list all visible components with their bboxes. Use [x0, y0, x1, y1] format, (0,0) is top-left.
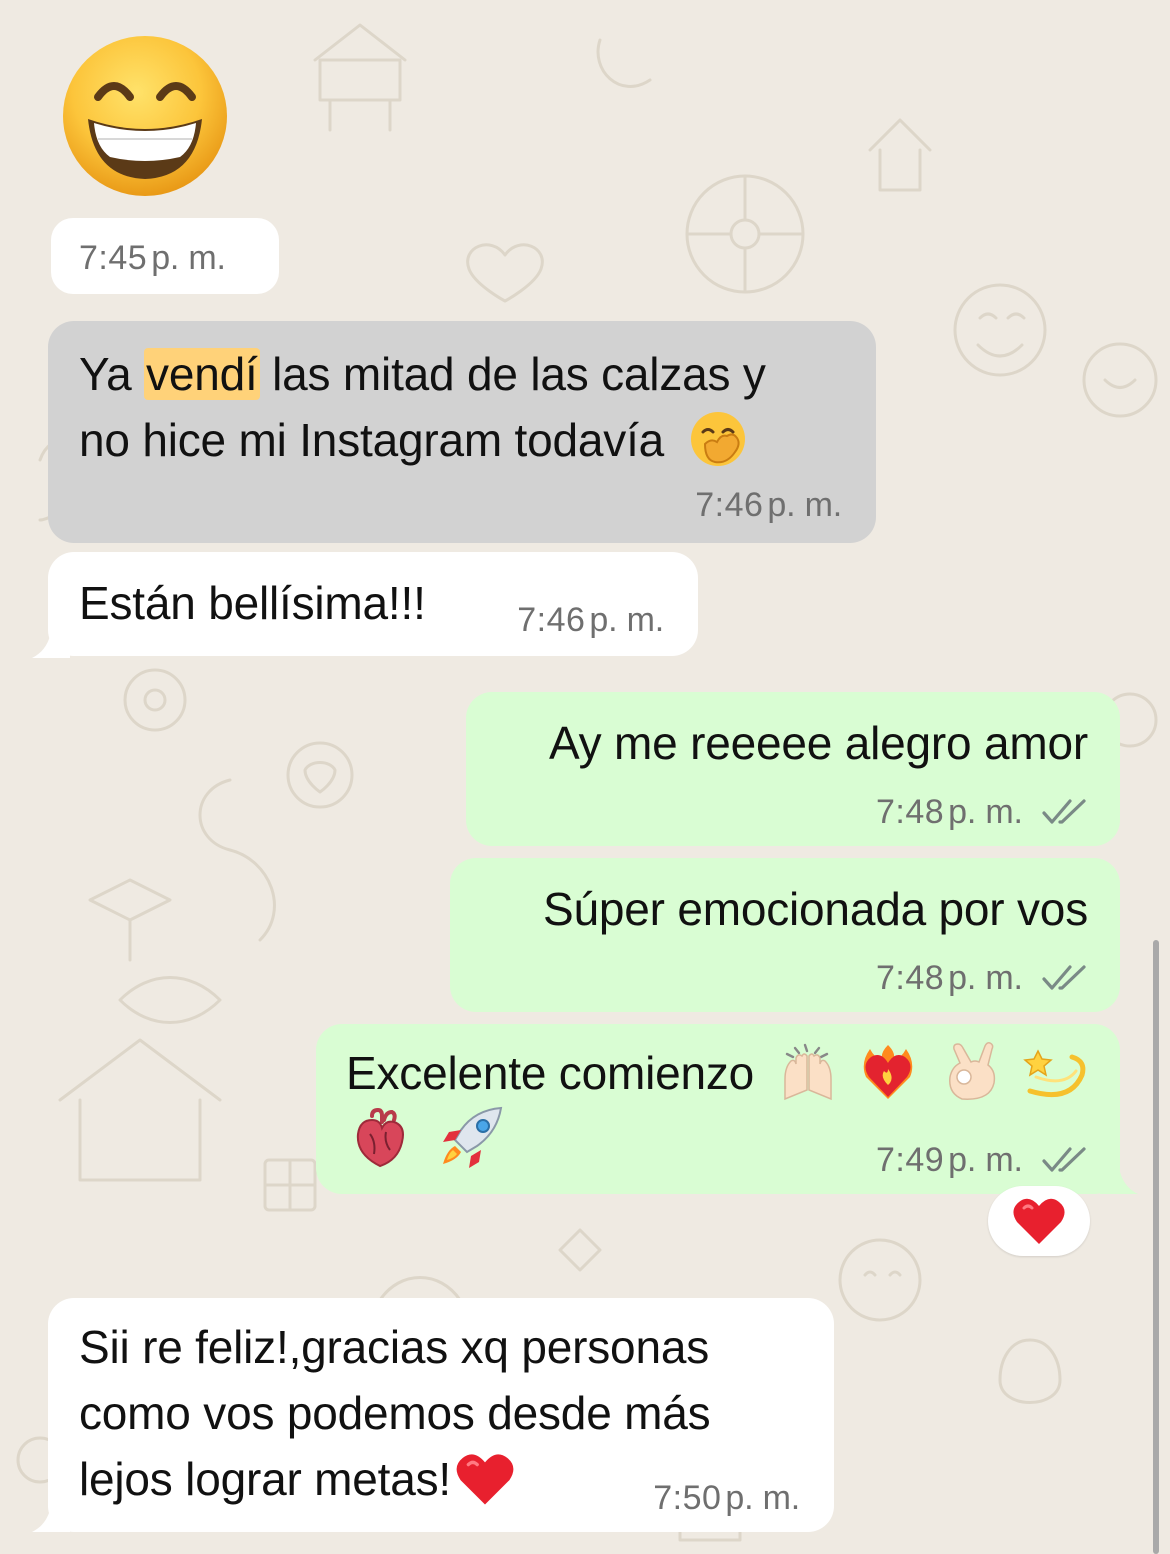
timestamp-time: 7:49	[875, 1141, 945, 1179]
message-text: Están bellísima!!!	[79, 577, 426, 629]
face-with-hand-over-mouth-icon	[690, 412, 745, 466]
message-text-part: Excelente comienzo	[346, 1047, 755, 1099]
double-check-icon	[1042, 965, 1086, 990]
message-text-part: las mitad de las calzas y	[259, 348, 766, 400]
rocket-icon	[442, 1106, 502, 1168]
timestamp-suffix: p. m.	[767, 486, 842, 524]
red-heart-icon	[456, 1454, 514, 1505]
message-bubble-incoming[interactable]: Sii re feliz!,gracias xq personas como v…	[48, 1298, 834, 1532]
timestamp-suffix: p. m.	[948, 1141, 1023, 1179]
timestamp-time: 7:46	[517, 601, 586, 639]
raising-hands-icon	[783, 1043, 832, 1101]
grinning-face-with-smiling-eyes-icon	[63, 36, 227, 196]
ok-hand-icon	[948, 1042, 995, 1100]
message-text-line: lejos lograr metas!	[79, 1453, 452, 1505]
message-timestamp: 7:46 p. m.	[695, 485, 842, 525]
timestamp-suffix: p. m.	[725, 1479, 800, 1517]
message-text-part: Ya	[79, 348, 145, 400]
message-text: Súper emocionada por vos	[543, 883, 1088, 935]
timestamp-suffix: p. m.	[948, 959, 1023, 997]
timestamp-suffix: p. m.	[151, 239, 226, 277]
message-bubble-selected[interactable]: Ya vendí las mitad de las calzas y no hi…	[48, 321, 876, 543]
message-timestamp: 7:48 p. m.	[876, 792, 1088, 832]
red-heart-icon	[1013, 1198, 1065, 1244]
message-text-line: como vos podemos desde más	[79, 1387, 711, 1439]
double-check-icon	[1042, 799, 1086, 824]
message-bubble-incoming[interactable]: Están bellísima!!! 7:46 p. m.	[48, 552, 698, 656]
message-timestamp: 7:50 p. m.	[653, 1478, 800, 1518]
message-text: Ay me reeeee alegro amor	[549, 717, 1088, 769]
message-bubble-outgoing[interactable]: Ay me reeeee alegro amor 7:48 p. m.	[466, 692, 1120, 846]
message-timestamp: 7:45 p. m.	[79, 238, 226, 278]
heart-on-fire-icon	[864, 1045, 913, 1099]
anatomical-heart-icon	[356, 1108, 404, 1168]
timestamp-time: 7:48	[875, 793, 945, 831]
message-timestamp: 7:46 p. m.	[517, 600, 664, 640]
message-bubble-outgoing[interactable]: Excelente comienzo 7:49 p. m.	[316, 1024, 1120, 1194]
timestamp-suffix: p. m.	[948, 793, 1023, 831]
message-bubble-outgoing[interactable]: Súper emocionada por vos 7:48 p. m.	[450, 858, 1120, 1012]
search-highlight: vendí	[144, 348, 260, 400]
dizzy-icon	[1023, 1049, 1086, 1098]
timestamp-time: 7:45	[79, 239, 148, 277]
message-text: Sii re feliz!,gracias xq personas como v…	[79, 1314, 711, 1512]
timestamp-suffix: p. m.	[589, 601, 664, 639]
message-text-line: Sii re feliz!,gracias xq personas	[79, 1321, 710, 1373]
timestamp-time: 7:46	[695, 486, 764, 524]
timestamp-time: 7:48	[875, 959, 945, 997]
message-text-line: no hice mi Instagram todavía	[79, 414, 665, 466]
scroll-indicator[interactable]	[1153, 940, 1159, 1554]
message-text: Ya vendí las mitad de las calzas y no hi…	[79, 341, 766, 473]
message-timestamp: 7:48 p. m.	[876, 958, 1088, 998]
message-reaction[interactable]	[988, 1186, 1090, 1256]
timestamp-time: 7:50	[653, 1479, 722, 1517]
double-check-icon	[1042, 1147, 1086, 1172]
message-timestamp: 7:49 p. m.	[876, 1140, 1088, 1180]
message-bubble-emoji-time[interactable]: 7:45 p. m.	[51, 218, 279, 294]
